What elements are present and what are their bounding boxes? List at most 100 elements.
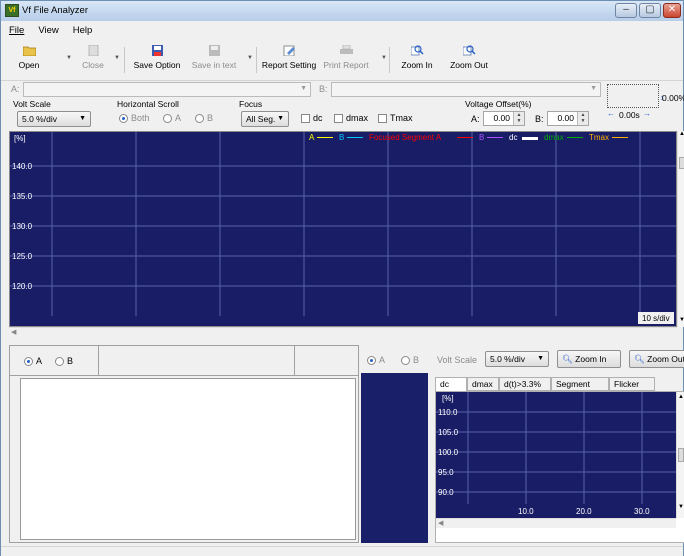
volt-scale-select[interactable]: 5.0 %/div ▼ — [17, 111, 91, 127]
scroll-thumb[interactable] — [678, 448, 684, 462]
hscroll-b-radio[interactable]: B — [195, 113, 213, 124]
disk-icon — [208, 45, 220, 56]
scroll-down-icon[interactable]: ▼ — [679, 317, 684, 323]
close-file-button[interactable]: Close — [77, 41, 109, 79]
time-scale-arrow-right: → — [643, 109, 651, 118]
tab-segment-info[interactable]: Segment Info — [551, 377, 609, 401]
minimize-button[interactable]: – — [615, 3, 637, 18]
scroll-up-icon[interactable]: ▲ — [679, 131, 684, 137]
main-chart-legend: A B Focused Segment A Bdc dmax Tmax — [297, 133, 677, 143]
menu-view[interactable]: View — [38, 25, 58, 36]
close-button[interactable]: ✕ — [663, 3, 681, 18]
focus-dc-label: dc — [313, 113, 323, 123]
toolbar-separator — [124, 47, 125, 73]
right-zoom-out-button[interactable]: 🔍︎ Zoom Out — [629, 350, 684, 368]
focus-tmax-label: Tmax — [390, 113, 413, 123]
tab-dt[interactable]: d(t)>3.3% — [499, 377, 551, 391]
hscroll-both-radio[interactable]: Both — [119, 113, 150, 124]
folder-icon — [22, 46, 36, 56]
file-a-combo[interactable]: ▼ — [23, 82, 311, 97]
legend-entry-label: dc — [509, 133, 518, 142]
main-chart-vscrollbar[interactable]: ▲ ▼ — [677, 131, 684, 327]
maximize-button[interactable]: ▢ — [639, 3, 661, 18]
scroll-left-icon[interactable]: ◀ — [438, 519, 443, 527]
legend-line-swatch — [347, 137, 363, 138]
zoom-out-label: Zoom Out — [450, 60, 488, 70]
tab-dc[interactable]: dc — [435, 377, 467, 392]
zoom-out-icon — [462, 45, 476, 56]
main-chart-hscrollbar[interactable]: ◀ — [9, 327, 677, 337]
spin-arrows-icon[interactable]: ▲ ▼ — [577, 112, 588, 125]
time-scale-arrow: ← — [607, 109, 615, 118]
scroll-up-icon[interactable]: ▲ — [678, 394, 684, 400]
file-a-label: A: — [11, 84, 20, 94]
focus-tmax-checkbox[interactable]: Tmax — [378, 113, 413, 124]
dc-y-tick-label: 100.0 — [438, 448, 459, 457]
offset-a-spinner[interactable]: 0.00 ▲ ▼ — [483, 111, 525, 126]
focus-select[interactable]: All Seg. ▼ — [241, 111, 289, 127]
tab-flicker-list[interactable]: Flicker List — [609, 377, 655, 401]
scroll-down-icon[interactable]: ▼ — [678, 504, 684, 510]
print-report-button[interactable]: Print Report — [321, 41, 371, 79]
open-button[interactable]: Open — [13, 41, 45, 79]
file-b-combo[interactable]: ▼ — [331, 82, 601, 97]
save-in-text-button[interactable]: Save in text — [189, 41, 239, 79]
legend-entry-label: B — [339, 133, 345, 142]
left-panel-header: A B — [10, 346, 358, 376]
right-volt-scale-select[interactable]: 5.0 %/div ▼ — [485, 351, 549, 367]
dc-chart-hscrollbar[interactable]: ◀ — [436, 518, 676, 528]
right-a-label: A — [379, 355, 386, 365]
save-option-button[interactable]: Save Option — [131, 41, 183, 79]
left-b-radio[interactable]: B — [55, 356, 73, 367]
radio-icon — [55, 357, 64, 367]
zoom-in-button[interactable]: Zoom In — [399, 41, 435, 79]
open-dropdown-icon[interactable]: ▼ — [66, 55, 72, 61]
tab-dmax[interactable]: dmax — [467, 377, 499, 391]
print-dropdown-icon[interactable]: ▼ — [381, 55, 387, 61]
tab-dmax-label: dmax — [472, 379, 493, 389]
right-zoom-out-label: Zoom Out — [647, 354, 684, 364]
legend-entry-label: dmax — [544, 133, 564, 142]
report-setting-button[interactable]: Report Setting — [259, 41, 319, 79]
minimize-icon: – — [623, 4, 629, 15]
zoom-in-icon: 🔍︎ — [562, 354, 573, 364]
zoom-out-button[interactable]: Zoom Out — [447, 41, 491, 79]
menu-help[interactable]: Help — [73, 25, 93, 36]
dc-y-tick-label: 90.0 — [438, 488, 454, 497]
dc-chart-vscrollbar[interactable]: ▲ ▼ — [676, 392, 684, 518]
panel-divider — [98, 346, 99, 376]
app-icon: Vf — [5, 4, 19, 17]
main-chart[interactable]: [%] 140.0 135.0 130.0 125.0 120.0 10 s/d… — [9, 131, 677, 327]
right-b-radio[interactable]: B — [401, 355, 419, 366]
printer-icon — [339, 45, 353, 54]
legend-entry-label: A — [309, 133, 315, 142]
close-dropdown-icon[interactable]: ▼ — [114, 55, 120, 61]
hscroll-a-radio[interactable]: A — [163, 113, 181, 124]
radio-icon — [163, 114, 172, 124]
offset-b-spinner[interactable]: 0.00 ▲ ▼ — [547, 111, 589, 126]
dc-chart[interactable]: [%] 110.0 105.0 100.0 95.0 90.0 10.0 20.… — [436, 392, 676, 518]
y-tick-label: 125.0 — [12, 252, 33, 261]
y-tick-label: 135.0 — [12, 192, 33, 201]
right-zoom-in-button[interactable]: 🔍︎ Zoom In — [557, 350, 621, 368]
file-b-label: B: — [319, 84, 328, 94]
focus-dmax-checkbox[interactable]: dmax — [334, 113, 368, 124]
focus-dc-checkbox[interactable]: dc — [301, 113, 323, 124]
main-chart-unit: [%] — [14, 134, 26, 143]
scroll-thumb[interactable] — [679, 157, 684, 169]
legend-line-swatch — [567, 137, 583, 138]
volt-scale-value: 5.0 %/div — [22, 114, 57, 124]
right-a-radio[interactable]: A — [367, 355, 386, 366]
save-dropdown-icon[interactable]: ▼ — [247, 55, 253, 61]
hscroll-both-label: Both — [131, 113, 150, 123]
spin-arrows-icon[interactable]: ▲ ▼ — [513, 112, 524, 125]
close-file-label: Close — [82, 60, 104, 70]
radio-icon — [195, 114, 204, 124]
save-in-text-label: Save in text — [191, 60, 237, 70]
checkbox-icon — [334, 114, 343, 124]
menu-file[interactable]: File — [9, 25, 24, 36]
left-panel-content[interactable] — [20, 378, 356, 540]
offset-a-value: 0.00 — [493, 113, 510, 123]
left-a-radio[interactable]: A — [24, 356, 42, 367]
scroll-left-icon[interactable]: ◀ — [11, 328, 16, 336]
